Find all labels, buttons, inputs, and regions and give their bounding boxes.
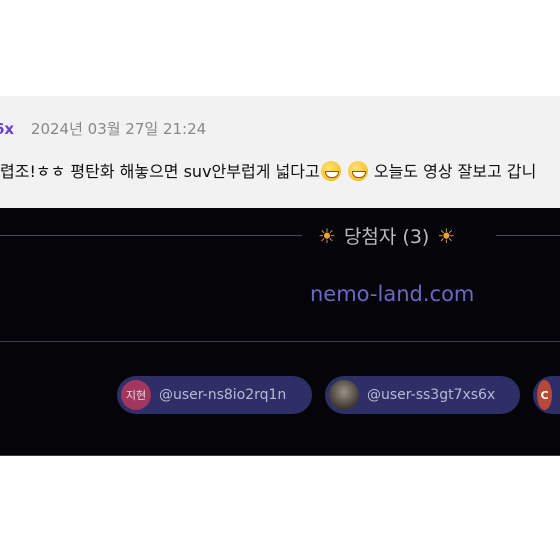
comment-author[interactable]: 6x	[0, 120, 14, 138]
comment-timestamp: 2024년 03월 27일 21:24	[30, 120, 207, 138]
winners-panel: ☀ 당첨자 (3) ☀ nemo-land.com 지현 @user-ns8io…	[0, 208, 560, 456]
winners-header: ☀ 당첨자 (3) ☀	[318, 222, 455, 249]
avatar: 지현	[121, 380, 151, 410]
comment-text: 렵조!ㅎㅎ 평탄화 해놓으면 suv안부럽게 넓다고 오늘도 영상 잘보고 갑니	[0, 158, 536, 182]
grin-emoji-icon	[320, 161, 341, 181]
winner-chip[interactable]: C	[533, 376, 560, 414]
winner-handle: @user-ss3gt7xs6x	[367, 387, 496, 403]
avatar	[329, 380, 359, 410]
winner-chip[interactable]: @user-ss3gt7xs6x	[325, 376, 520, 414]
comment-text-part2: 오늘도 영상 잘보고 갑니	[373, 162, 537, 181]
comment-card: 6x 2024년 03월 27일 21:24 렵조!ㅎㅎ 평탄화 해놓으면 su…	[0, 96, 560, 208]
winners-title: 당첨자 (3)	[343, 226, 430, 248]
grin-emoji-icon	[347, 161, 368, 181]
avatar: C	[537, 380, 552, 410]
sun-icon: ☀	[437, 223, 456, 248]
divider-left	[0, 235, 302, 236]
divider-right	[496, 235, 560, 236]
row-divider-top	[0, 341, 560, 342]
comment-meta: 6x 2024년 03월 27일 21:24	[0, 118, 206, 139]
comment-text-part1: 렵조!ㅎㅎ 평탄화 해놓으면 suv안부럽게 넓다고	[0, 162, 320, 181]
winner-handle: @user-ns8io2rq1n	[159, 387, 287, 403]
page-background	[0, 456, 560, 560]
site-watermark: nemo-land.com	[310, 282, 475, 306]
sun-icon: ☀	[318, 223, 336, 248]
winner-chip[interactable]: 지현 @user-ns8io2rq1n	[117, 376, 312, 414]
